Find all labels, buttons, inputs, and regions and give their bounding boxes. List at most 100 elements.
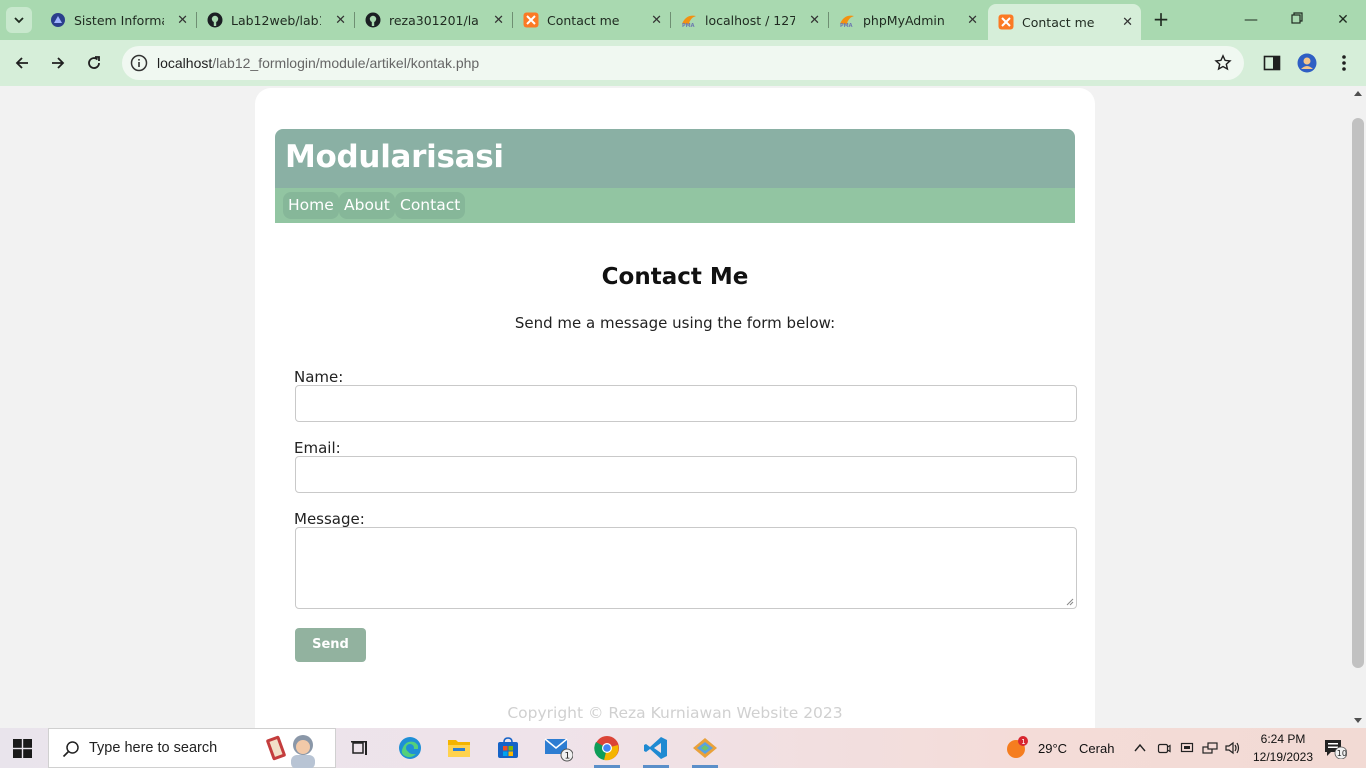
close-icon[interactable]: ✕ bbox=[177, 13, 188, 28]
scroll-up-icon[interactable] bbox=[1354, 91, 1362, 96]
weather-badge: 1 bbox=[1021, 738, 1025, 746]
tab-lab12web[interactable]: Lab12web/lab12 ✕ bbox=[197, 4, 354, 36]
weather-text: Cerah bbox=[1079, 740, 1115, 756]
side-panel-icon[interactable] bbox=[1262, 53, 1282, 73]
tab-search-button[interactable] bbox=[6, 7, 32, 33]
profile-avatar-icon[interactable] bbox=[1297, 53, 1317, 73]
tab-phpmyadmin[interactable]: PMA phpMyAdmin ✕ bbox=[829, 4, 986, 36]
page-scrollbar[interactable] bbox=[1350, 86, 1366, 728]
tab-title: Contact me bbox=[1022, 14, 1095, 30]
edge-icon bbox=[399, 737, 421, 759]
back-button[interactable] bbox=[9, 50, 35, 76]
reload-icon bbox=[88, 56, 100, 69]
email-input[interactable] bbox=[295, 456, 1077, 493]
taskbar-search-box[interactable]: Type here to search bbox=[48, 728, 336, 768]
taskbar-edge-app[interactable] bbox=[394, 733, 426, 763]
close-icon[interactable]: ✕ bbox=[809, 13, 820, 28]
tab-contact-me-1[interactable]: Contact me ✕ bbox=[513, 4, 670, 36]
taskbar-vscode-app[interactable] bbox=[640, 733, 672, 768]
scroll-down-icon[interactable] bbox=[1354, 718, 1362, 723]
arrow-right-icon bbox=[52, 57, 65, 69]
page-container: Modularisasi Home About Contact Contact … bbox=[255, 88, 1095, 728]
search-placeholder: Type here to search bbox=[89, 740, 218, 756]
svg-text:PMA: PMA bbox=[840, 23, 853, 28]
close-icon[interactable]: ✕ bbox=[335, 13, 346, 28]
system-clock[interactable]: 6:24 PM 12/19/2023 bbox=[1250, 730, 1316, 766]
chrome-icon bbox=[594, 736, 619, 761]
page-title: Contact Me bbox=[601, 264, 749, 290]
reload-button[interactable] bbox=[81, 50, 107, 76]
message-textarea[interactable] bbox=[295, 527, 1077, 609]
arrow-left-icon bbox=[15, 57, 28, 69]
nav-home-link[interactable]: Home bbox=[283, 192, 339, 219]
vscode-icon bbox=[644, 737, 667, 759]
mail-icon: 1 bbox=[544, 738, 573, 762]
nav-about-link[interactable]: About bbox=[339, 192, 395, 219]
close-window-button[interactable]: ✕ bbox=[1333, 10, 1353, 30]
search-highlight-illustration-icon bbox=[266, 735, 315, 768]
close-icon[interactable]: ✕ bbox=[967, 13, 978, 28]
scroll-thumb[interactable] bbox=[1352, 118, 1364, 668]
menu-dots-icon[interactable] bbox=[1334, 53, 1354, 73]
tab-contact-me-active[interactable]: Contact me ✕ bbox=[988, 4, 1141, 40]
windows-start-icon[interactable] bbox=[13, 739, 32, 758]
url-text[interactable]: localhost/lab12_formlogin/module/artikel… bbox=[157, 55, 479, 71]
forward-button[interactable] bbox=[45, 50, 71, 76]
git-gui-icon bbox=[693, 738, 717, 758]
xampp-icon bbox=[998, 14, 1014, 30]
volume-icon[interactable] bbox=[1225, 741, 1241, 755]
resize-grip-icon[interactable] bbox=[1066, 598, 1074, 606]
mail-badge: 1 bbox=[565, 752, 571, 762]
restore-icon bbox=[1291, 12, 1303, 24]
footer-copyright: Copyright © Reza Kurniawan Website 2023 bbox=[507, 704, 843, 722]
site-info-icon[interactable] bbox=[130, 54, 148, 72]
send-button[interactable]: Send bbox=[295, 628, 366, 662]
site-title: Modularisasi bbox=[285, 139, 504, 175]
tab-reza301201[interactable]: reza301201/lab1 ✕ bbox=[355, 4, 512, 36]
phpmyadmin-icon: PMA bbox=[839, 12, 855, 28]
svg-text:PMA: PMA bbox=[682, 23, 695, 28]
close-icon[interactable]: ✕ bbox=[493, 13, 504, 28]
tab-title: Sistem Informasi bbox=[74, 12, 164, 28]
meet-now-icon[interactable] bbox=[1157, 741, 1171, 755]
name-input[interactable] bbox=[295, 385, 1077, 422]
address-bar[interactable]: localhost/lab12_formlogin/module/artikel… bbox=[122, 46, 1244, 80]
taskbar-store-app[interactable] bbox=[492, 733, 524, 763]
search-icon bbox=[62, 741, 79, 758]
tab-title: Contact me bbox=[547, 12, 620, 28]
email-label: Email: bbox=[294, 439, 341, 457]
network-icon[interactable] bbox=[1202, 741, 1218, 755]
nav-contact-link[interactable]: Contact bbox=[395, 192, 466, 219]
chevron-up-icon[interactable] bbox=[1133, 741, 1147, 755]
weather-temp: 29°C bbox=[1038, 740, 1068, 756]
folder-icon bbox=[448, 740, 470, 757]
task-view-button[interactable] bbox=[344, 733, 376, 763]
clock-date: 12/19/2023 bbox=[1252, 750, 1314, 764]
minimize-button[interactable]: — bbox=[1241, 10, 1261, 30]
tab-sistem-informasi[interactable]: Sistem Informasi ✕ bbox=[40, 4, 196, 36]
url-path: /lab12_formlogin/module/artikel/kontak.p… bbox=[212, 55, 480, 71]
name-label: Name: bbox=[294, 368, 344, 386]
store-icon bbox=[498, 737, 518, 758]
url-host: localhost bbox=[157, 55, 213, 71]
taskbar-mail-app[interactable]: 1 bbox=[542, 733, 574, 763]
browser-tab-bar: Sistem Informasi ✕ Lab12web/lab12 ✕ reza… bbox=[0, 0, 1366, 40]
new-tab-button[interactable]: + bbox=[1150, 8, 1172, 30]
chevron-down-icon bbox=[14, 17, 24, 24]
weather-widget[interactable]: 1 29°C Cerah bbox=[1005, 728, 1114, 768]
taskbar-git-app[interactable] bbox=[689, 733, 721, 768]
restore-button[interactable] bbox=[1287, 10, 1307, 30]
tab-title: reza301201/lab1 bbox=[389, 12, 479, 28]
close-icon[interactable]: ✕ bbox=[651, 13, 662, 28]
taskbar-file-explorer-app[interactable] bbox=[443, 733, 475, 763]
site-nav: Home About Contact bbox=[275, 188, 1075, 223]
notification-center-button[interactable]: 10 bbox=[1323, 728, 1347, 768]
bookmark-star-icon[interactable] bbox=[1214, 54, 1232, 72]
notification-icon: 10 bbox=[1325, 740, 1347, 759]
tab-title: localhost / 127.0 bbox=[705, 12, 795, 28]
xampp-icon bbox=[523, 12, 539, 28]
display-icon[interactable] bbox=[1180, 741, 1194, 755]
taskbar-chrome-app[interactable] bbox=[591, 733, 623, 768]
tab-localhost-pma[interactable]: PMA localhost / 127.0 ✕ bbox=[671, 4, 828, 36]
close-icon[interactable]: ✕ bbox=[1122, 15, 1133, 30]
